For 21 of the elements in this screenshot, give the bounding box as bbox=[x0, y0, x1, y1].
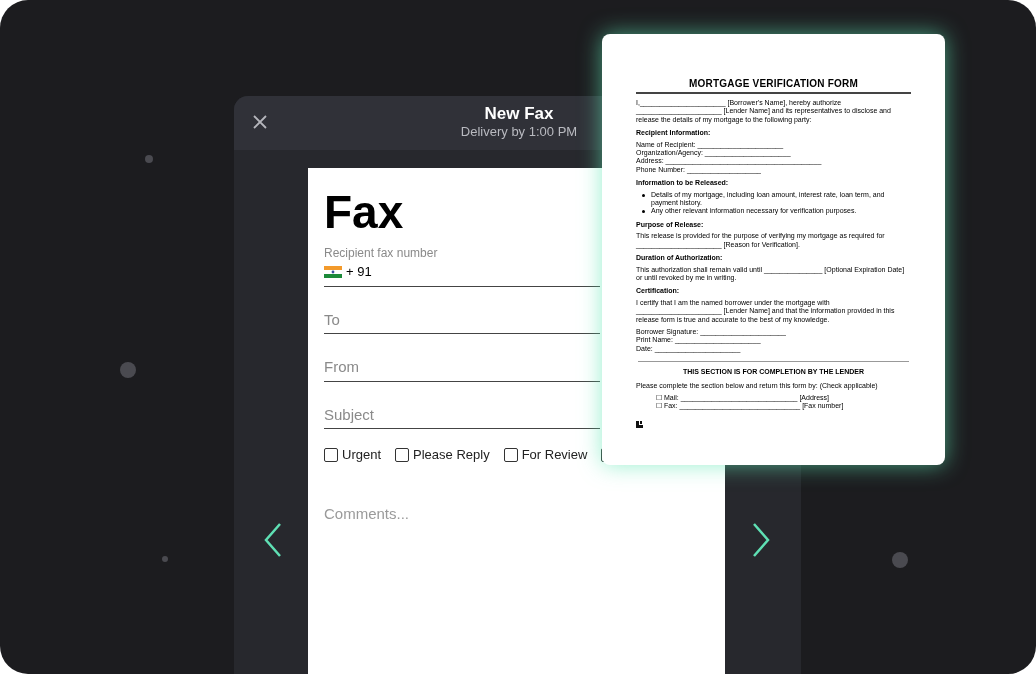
checkbox[interactable] bbox=[503, 447, 518, 462]
recipient-label: Recipient fax number bbox=[324, 246, 438, 260]
country-code: + 91 bbox=[346, 263, 372, 281]
bullet-icon bbox=[642, 210, 645, 214]
checkbox-label: Urgent bbox=[342, 446, 382, 464]
recipient-fax-field[interactable]: + 91 bbox=[324, 260, 600, 287]
checkbox[interactable] bbox=[395, 447, 410, 462]
close-icon[interactable] bbox=[253, 115, 267, 129]
checkbox-label: Please Reply bbox=[413, 446, 490, 464]
checkbox[interactable] bbox=[324, 447, 338, 462]
flag-icon bbox=[324, 265, 342, 278]
window-title: New Fax bbox=[484, 104, 554, 124]
input-field[interactable]: Subject bbox=[324, 403, 600, 429]
fax-heading: Fax bbox=[324, 186, 404, 238]
window-subtitle: Delivery by 1:00 PM bbox=[460, 124, 578, 140]
logo-icon bbox=[636, 420, 643, 428]
bullet-icon bbox=[642, 193, 645, 197]
checkbox-label: For Review bbox=[521, 446, 588, 464]
document-title: MORTGAGE VERIFICATION FORM bbox=[688, 78, 859, 90]
input-field[interactable]: From bbox=[324, 356, 600, 382]
input-field[interactable]: To bbox=[324, 308, 600, 334]
